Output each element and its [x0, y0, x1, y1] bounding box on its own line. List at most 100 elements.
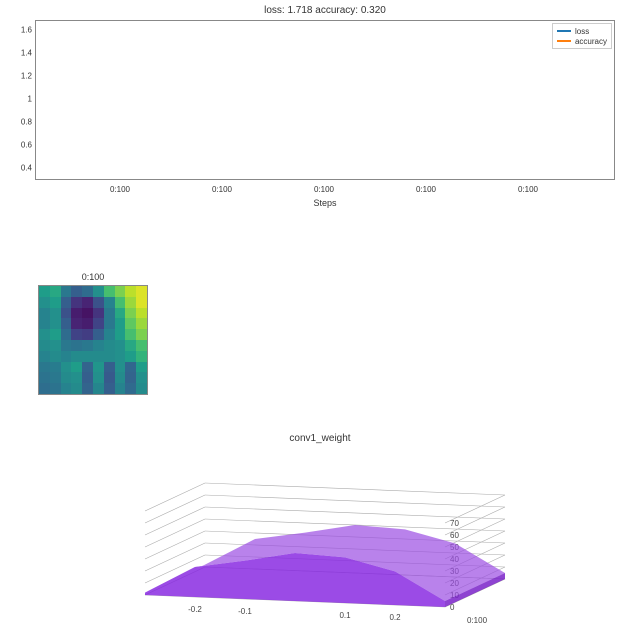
heatmap-cell [93, 362, 104, 373]
heatmap-cell [61, 297, 72, 308]
x-tick: 0:100 [518, 185, 538, 194]
svg-text:0:100: 0:100 [467, 616, 488, 625]
heatmap-cell [115, 329, 126, 340]
heatmap-cell [82, 383, 93, 394]
heatmap-cell [50, 372, 61, 383]
heatmap-cell [39, 351, 50, 362]
heatmap-cell [93, 340, 104, 351]
heatmap-cell [61, 308, 72, 319]
heatmap-cell [93, 351, 104, 362]
heatmap-cell [125, 372, 136, 383]
heatmap-cell [104, 362, 115, 373]
x-tick: 0:100 [314, 185, 334, 194]
heatmap-cell [82, 362, 93, 373]
y-tick: 1 [28, 95, 32, 104]
heatmap-cell [104, 372, 115, 383]
legend: loss accuracy [552, 23, 612, 49]
heatmap-cell [50, 362, 61, 373]
heatmap-cell [136, 286, 147, 297]
heatmap-cell [50, 286, 61, 297]
y-tick: 0.4 [21, 164, 32, 173]
heatmap-cell [61, 286, 72, 297]
x-tick: 0:100 [416, 185, 436, 194]
heatmap-cell [71, 297, 82, 308]
heatmap-cell [125, 308, 136, 319]
heatmap-cell [104, 318, 115, 329]
heatmap-cell [93, 297, 104, 308]
heatmap-cell [104, 286, 115, 297]
heatmap-cell [93, 329, 104, 340]
heatmap-cell [104, 308, 115, 319]
svg-text:60: 60 [450, 531, 459, 540]
heatmap-cell [104, 351, 115, 362]
y-tick: 1.6 [21, 26, 32, 35]
heatmap-cell [50, 329, 61, 340]
heatmap-cell [71, 329, 82, 340]
heatmap-cell [71, 318, 82, 329]
heatmap-cell [104, 383, 115, 394]
heatmap-cell [136, 308, 147, 319]
heatmap-cell [39, 362, 50, 373]
heatmap-cell [50, 308, 61, 319]
heatmap-cell [39, 383, 50, 394]
x-axis-label: Steps [35, 198, 615, 208]
heatmap-cell [136, 318, 147, 329]
heatmap-cell [39, 308, 50, 319]
heatmap-cell [82, 372, 93, 383]
legend-color-accuracy [557, 40, 571, 42]
y-tick: 0.6 [21, 141, 32, 150]
heatmap-cell [125, 383, 136, 394]
heatmap-cell [39, 318, 50, 329]
x-tick: 0:100 [110, 185, 130, 194]
heatmap-cell [125, 362, 136, 373]
metrics-line-chart: loss: 1.718 accuracy: 0.320 loss accurac… [35, 20, 615, 180]
heatmap-cell [61, 362, 72, 373]
heatmap-cell [39, 286, 50, 297]
hist3d-svg: 010203040506070-0.2-0.10.10.20:100 [105, 445, 535, 625]
heatmap-cell [93, 308, 104, 319]
heatmap-cell [136, 329, 147, 340]
y-tick: 0.8 [21, 118, 32, 127]
heatmap-cell [61, 340, 72, 351]
svg-text:0.2: 0.2 [389, 613, 401, 622]
heatmap-cell [104, 297, 115, 308]
legend-label-accuracy: accuracy [575, 37, 607, 46]
heatmap-cell [82, 329, 93, 340]
heatmap-cell [125, 318, 136, 329]
y-tick: 1.2 [21, 72, 32, 81]
heatmap-cell [115, 362, 126, 373]
heatmap-cell [71, 383, 82, 394]
heatmap-cell [82, 308, 93, 319]
heatmap-cell [50, 351, 61, 362]
hist3d-title: conv1_weight [105, 433, 535, 444]
svg-text:-0.2: -0.2 [188, 605, 202, 614]
heatmap-cell [50, 340, 61, 351]
heatmap-cell [115, 286, 126, 297]
svg-text:-0.1: -0.1 [238, 607, 252, 616]
legend-color-loss [557, 30, 571, 32]
heatmap-cell [93, 318, 104, 329]
heatmap-cell [115, 383, 126, 394]
legend-label-loss: loss [575, 27, 589, 36]
heatmap-grid [38, 285, 148, 395]
heatmap-cell [50, 318, 61, 329]
heatmap-cell [136, 340, 147, 351]
heatmap-cell [136, 351, 147, 362]
heatmap-cell [82, 351, 93, 362]
y-tick: 1.4 [21, 49, 32, 58]
heatmap-cell [115, 318, 126, 329]
heatmap-cell [71, 286, 82, 297]
heatmap-cell [50, 383, 61, 394]
heatmap-cell [136, 372, 147, 383]
heatmap-cell [136, 297, 147, 308]
svg-text:0.1: 0.1 [339, 611, 351, 620]
heatmap-cell [39, 297, 50, 308]
legend-item-loss: loss [557, 26, 607, 36]
heatmap-cell [61, 329, 72, 340]
heatmap-cell [125, 329, 136, 340]
heatmap-title: 0:100 [38, 272, 148, 282]
heatmap-cell [71, 372, 82, 383]
svg-text:70: 70 [450, 519, 459, 528]
weight-3d-histogram: conv1_weight 010203040506070-0.2-0.10.10… [105, 445, 535, 625]
legend-item-accuracy: accuracy [557, 36, 607, 46]
